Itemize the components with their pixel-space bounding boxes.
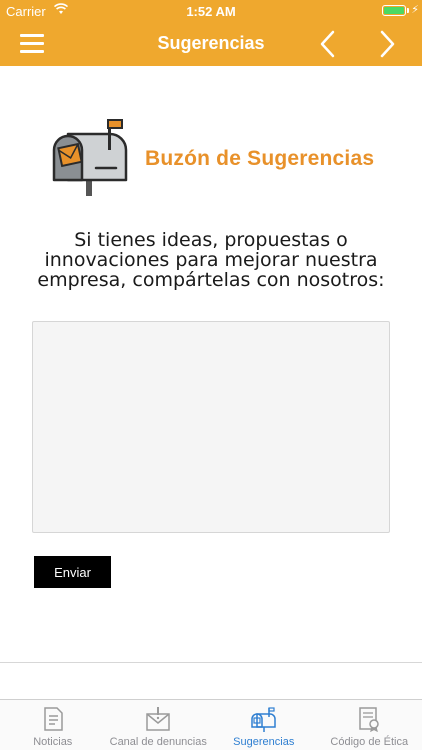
tab-label: Canal de denuncias — [109, 736, 207, 748]
tab-noticias[interactable]: Noticias — [0, 700, 106, 750]
tab-codigo-de-etica[interactable]: Código de Ética — [317, 700, 422, 750]
send-button[interactable]: Enviar — [34, 556, 111, 588]
document-seal-icon — [359, 707, 379, 732]
mailbox-icon — [251, 707, 276, 732]
battery-icon — [382, 5, 406, 16]
suggestion-box-title: Buzón de Sugerencias — [145, 147, 375, 170]
suggestion-textarea[interactable] — [32, 321, 390, 533]
charging-icon: ⚡ — [411, 4, 419, 16]
intro-text: Si tienes ideas, propuestas o innovacion… — [37, 229, 385, 291]
newspaper-icon — [44, 707, 63, 731]
tab-canal-de-denuncias[interactable]: Canal de denuncias — [106, 700, 212, 750]
tab-label: Código de Ética — [330, 736, 409, 748]
tab-label: Sugerencias — [233, 736, 295, 748]
chevron-right-icon[interactable] — [373, 28, 401, 60]
status-bar: Carrier 1:52 AM ⚡ — [0, 0, 422, 22]
content-divider — [0, 662, 422, 663]
page-title: Sugerencias — [157, 33, 265, 53]
chevron-left-icon[interactable] — [314, 28, 342, 60]
tab-sugerencias[interactable]: Sugerencias — [211, 700, 317, 750]
tab-bar: Noticias Canal de denuncias Sugerencias — [0, 699, 422, 750]
mailbox-icon — [52, 119, 128, 196]
suggestion-box-banner: Buzón de Sugerencias — [50, 118, 380, 198]
clock: 1:52 AM — [186, 4, 236, 19]
battery-tip — [407, 8, 409, 13]
tab-label: Noticias — [33, 736, 73, 748]
alert-envelope-icon — [146, 707, 170, 731]
navigation-bar: Sugerencias — [0, 22, 422, 66]
